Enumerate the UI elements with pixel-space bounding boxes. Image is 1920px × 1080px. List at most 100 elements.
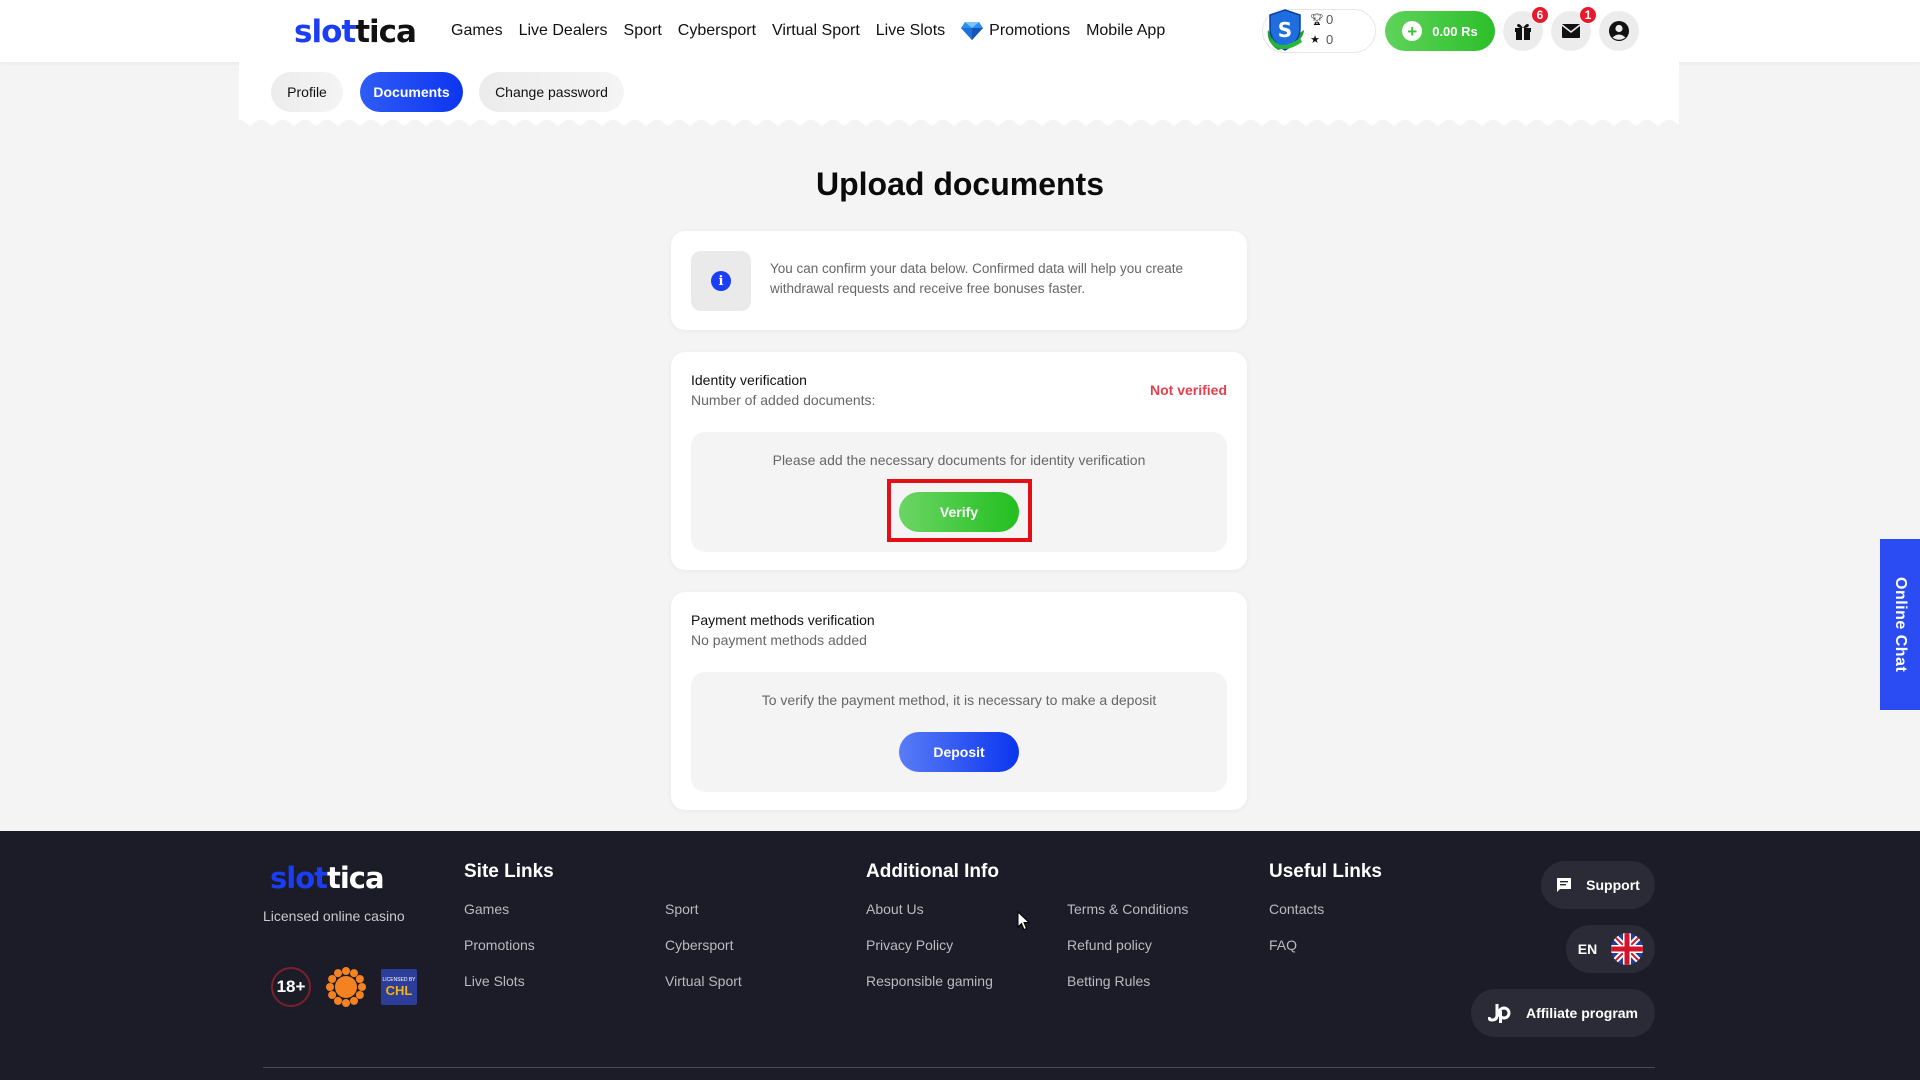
nav-sport[interactable]: Sport — [624, 22, 662, 40]
star-icon: ★ — [1310, 34, 1320, 46]
responsible-gaming-sun-icon — [326, 967, 366, 1007]
nav-virtual-sport[interactable]: Virtual Sport — [772, 22, 860, 40]
payment-prompt-box: To verify the payment method, it is nece… — [691, 672, 1227, 792]
tab-documents[interactable]: Documents — [360, 72, 463, 112]
support-label: Support — [1586, 877, 1640, 893]
useful-links-title: Useful Links — [1269, 861, 1382, 882]
logo-part-white: tica — [327, 861, 385, 895]
footer-link-games[interactable]: Games — [464, 901, 509, 917]
sun-ray — [328, 991, 337, 999]
tab-label: Change password — [495, 84, 608, 100]
main-nav: Games Live Dealers Sport Cybersport Virt… — [451, 0, 1181, 62]
online-chat-label: Online Chat — [1892, 576, 1909, 673]
footer-badges: 18+ LICENSED BY CHL — [271, 966, 417, 1008]
footer-link-contacts[interactable]: Contacts — [1269, 901, 1324, 917]
age-18-badge: 18+ — [271, 967, 311, 1007]
tab-label: Documents — [373, 84, 450, 100]
nav-live-dealers[interactable]: Live Dealers — [519, 22, 608, 40]
nav-label: Games — [451, 22, 503, 39]
gift-icon — [1515, 24, 1531, 40]
footer-tagline: Licensed online casino — [263, 908, 405, 924]
sun-ray — [334, 996, 342, 1005]
language-label: EN — [1577, 941, 1598, 957]
footer-link-promotions[interactable]: Promotions — [464, 937, 535, 953]
deposit-button[interactable]: Deposit — [899, 732, 1019, 772]
gifts-button[interactable]: 6 — [1503, 6, 1549, 51]
footer-link-virtual-sport[interactable]: Virtual Sport — [665, 973, 742, 989]
footer-link-responsible-gaming[interactable]: Responsible gaming — [866, 973, 993, 989]
payment-title: Payment methods verification — [691, 612, 875, 628]
sun-ray — [350, 996, 358, 1005]
uk-flag-icon — [1611, 933, 1644, 965]
slottica-logo[interactable]: slottica — [294, 14, 417, 50]
nav-games[interactable]: Games — [451, 22, 503, 40]
logo-part-blue: slot — [294, 14, 356, 50]
sun-ray — [342, 999, 350, 1007]
footer-link-terms[interactable]: Terms & Conditions — [1067, 901, 1188, 917]
mouse-cursor-icon — [1017, 911, 1031, 931]
nav-label: Promotions — [989, 22, 1071, 39]
footer-link-about-us[interactable]: About Us — [866, 901, 924, 917]
info-icon-box: i — [691, 251, 751, 311]
gifts-badge: 6 — [1531, 6, 1549, 24]
affiliate-program-button[interactable]: Affiliate program — [1471, 989, 1655, 1037]
footer-divider — [263, 1067, 1655, 1068]
footer-link-cybersport[interactable]: Cybersport — [665, 937, 733, 953]
nav-live-slots[interactable]: Live Slots — [876, 22, 945, 40]
messages-button[interactable]: 1 — [1551, 6, 1597, 51]
footer-link-sport[interactable]: Sport — [665, 901, 698, 917]
tab-profile[interactable]: Profile — [271, 72, 343, 112]
deposit-balance-button[interactable]: + 0.00 Rs — [1385, 11, 1495, 51]
support-button[interactable]: Support — [1541, 861, 1655, 909]
sun-ray — [342, 967, 350, 975]
footer-link-betting-rules[interactable]: Betting Rules — [1067, 973, 1150, 989]
account-button[interactable] — [1599, 11, 1639, 51]
sun-ray — [358, 983, 366, 991]
nav-cybersport[interactable]: Cybersport — [678, 22, 756, 40]
footer: slottica Licensed online casino 18+ LICE… — [0, 831, 1920, 1080]
messages-badge: 1 — [1579, 6, 1597, 24]
info-card: i You can confirm your data below. Confi… — [671, 231, 1247, 330]
balance-value: 0.00 Rs — [1432, 23, 1478, 39]
nav-label: Sport — [623, 22, 662, 39]
sun-ray — [326, 983, 334, 991]
diamond-icon — [961, 22, 984, 40]
tab-label: Profile — [287, 84, 327, 100]
footer-logo[interactable]: slottica — [270, 861, 385, 895]
info-icon: i — [711, 271, 731, 291]
online-chat-tab[interactable]: Online Chat — [1880, 539, 1920, 710]
language-selector[interactable]: EN — [1566, 925, 1655, 973]
affiliate-jp-icon — [1487, 1004, 1511, 1023]
trophy-icon: 🏆︎ — [1310, 14, 1324, 26]
payment-prompt: To verify the payment method, it is nece… — [761, 692, 1157, 708]
nav-label: Mobile App — [1086, 22, 1166, 39]
star-value: 0 — [1326, 32, 1334, 47]
verify-button[interactable]: Verify — [899, 492, 1019, 532]
plus-icon: + — [1402, 21, 1423, 41]
license-badge[interactable]: LICENSED BY CHL — [381, 969, 417, 1005]
profile-tabs: Profile Documents Change password — [239, 62, 1679, 126]
site-links-title: Site Links — [464, 861, 554, 882]
nav-label: Live Dealers — [518, 22, 608, 39]
logo-part-dark: tica — [355, 14, 417, 50]
logo-part-blue: slot — [270, 861, 328, 895]
affiliate-label: Affiliate program — [1525, 1005, 1638, 1021]
svg-text:S: S — [1278, 18, 1292, 42]
footer-link-privacy-policy[interactable]: Privacy Policy — [866, 937, 953, 953]
footer-link-refund-policy[interactable]: Refund policy — [1067, 937, 1152, 953]
identity-subtitle: Number of added documents: — [691, 392, 876, 408]
nav-mobile-app[interactable]: Mobile App — [1086, 22, 1165, 40]
identity-title: Identity verification — [691, 372, 807, 388]
nav-label: Live Slots — [875, 22, 946, 39]
tab-change-password[interactable]: Change password — [479, 72, 624, 112]
top-header: slottica Games Live Dealers Sport Cybers… — [0, 0, 1920, 62]
envelope-icon — [1561, 24, 1581, 38]
identity-prompt-box: Please add the necessary documents for i… — [691, 432, 1227, 552]
footer-link-faq[interactable]: FAQ — [1269, 937, 1297, 953]
payment-subtitle: No payment methods added — [691, 632, 867, 648]
trophy-value: 0 — [1326, 12, 1334, 27]
identity-prompt: Please add the necessary documents for i… — [772, 452, 1146, 468]
chat-bubble-icon — [1557, 878, 1572, 892]
nav-promotions[interactable]: Promotions — [961, 22, 1070, 40]
footer-link-live-slots[interactable]: Live Slots — [464, 973, 525, 989]
